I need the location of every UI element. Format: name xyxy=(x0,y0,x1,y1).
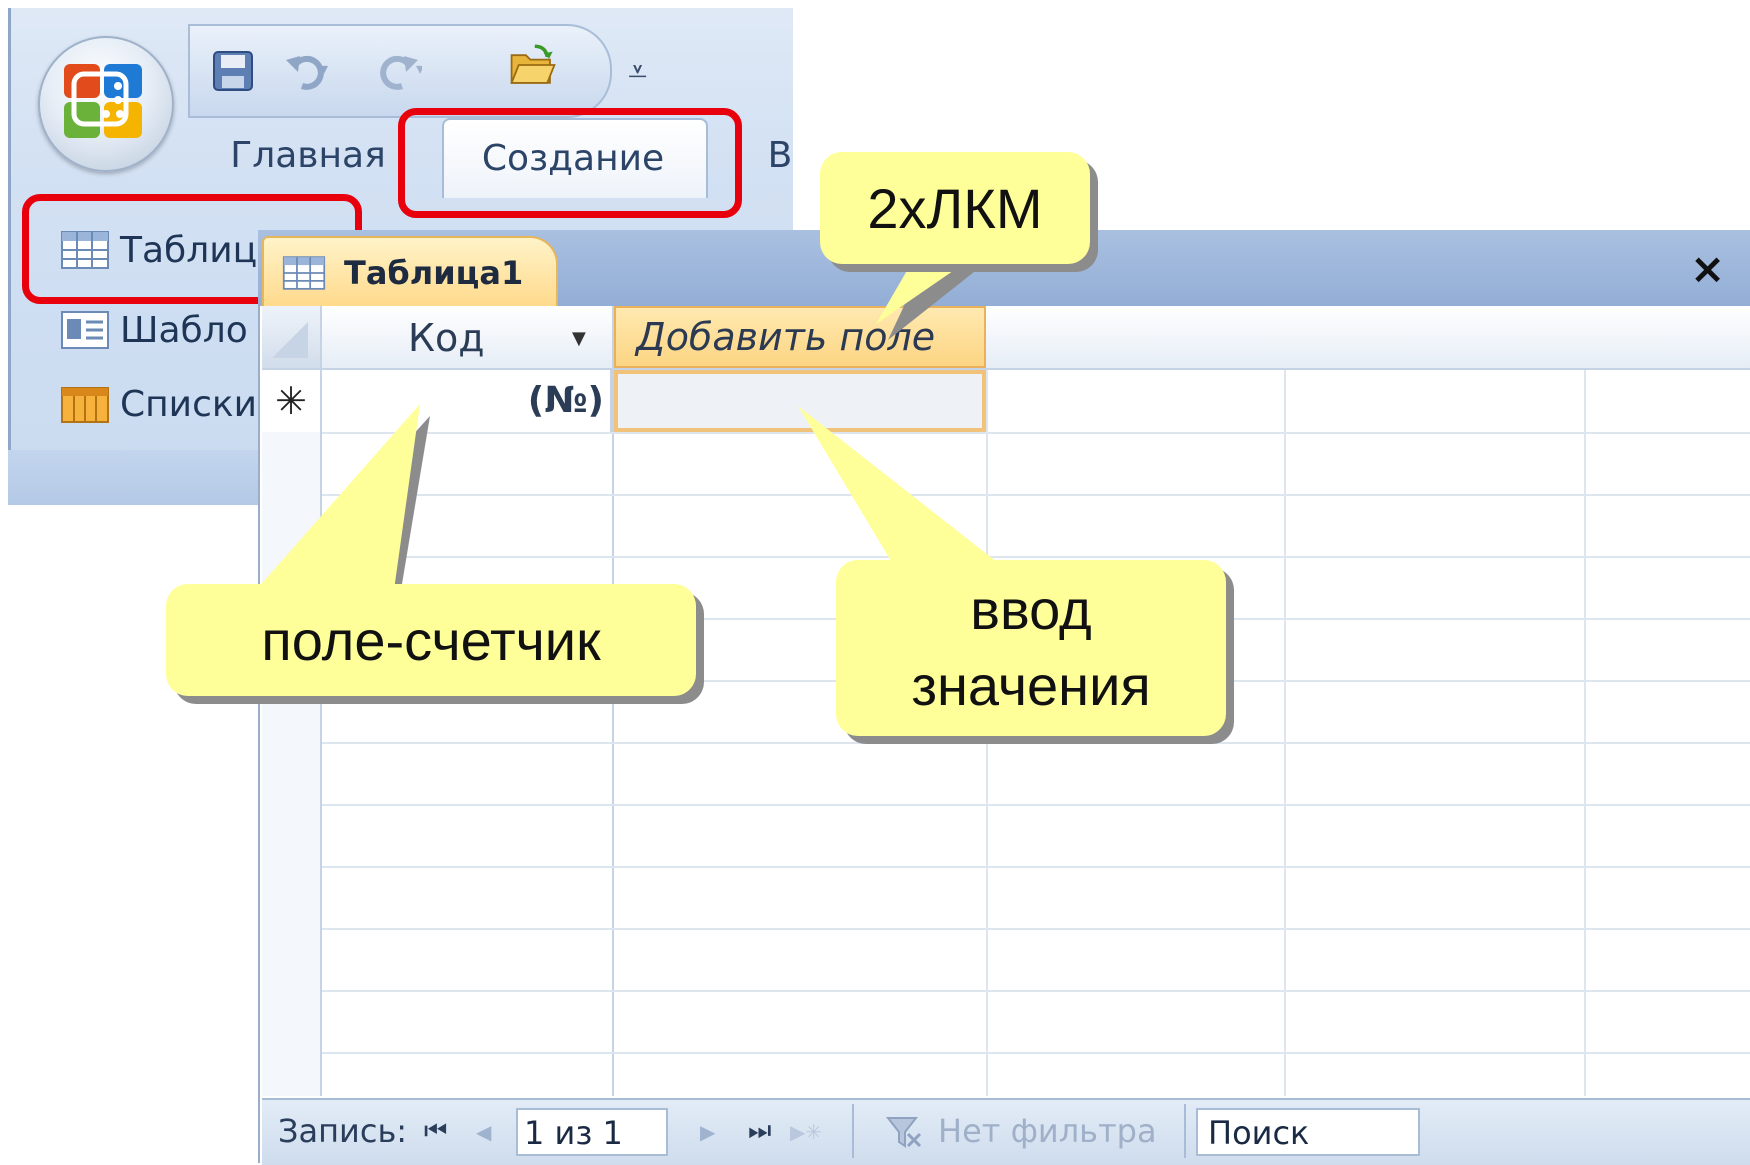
previous-record-icon[interactable]: ◀ xyxy=(476,1120,491,1144)
grid-line xyxy=(322,494,1750,496)
table-icon xyxy=(282,256,326,290)
add-field-cell[interactable] xyxy=(614,370,986,432)
divider xyxy=(1184,1104,1186,1158)
ribbon-item-lists[interactable]: Списки xyxy=(60,374,257,434)
grid-line xyxy=(1284,306,1286,1096)
template-icon xyxy=(61,311,109,349)
chevron-down-icon[interactable]: ▼ xyxy=(572,328,586,349)
redo-icon[interactable]: ▾ xyxy=(372,46,422,96)
counter-cell[interactable]: (№) xyxy=(322,370,612,432)
tab-external[interactable]: В xyxy=(760,125,800,185)
grid-line xyxy=(322,742,1750,744)
record-selector-column xyxy=(262,432,322,1096)
grid-line xyxy=(322,928,1750,930)
svg-text:▾: ▾ xyxy=(416,59,422,78)
last-record-icon[interactable]: ⏭ xyxy=(748,1116,771,1147)
filter-status[interactable]: Нет фильтра xyxy=(938,1112,1157,1150)
list-icon xyxy=(61,387,109,423)
column-header-kod-label: Код xyxy=(408,316,485,360)
callout-double-click: 2хЛКМ xyxy=(820,152,1090,264)
callout-counter-field: поле-счетчик xyxy=(166,584,696,696)
record-label: Запись: xyxy=(278,1112,408,1150)
office-logo-icon xyxy=(64,64,142,138)
callout-value-input-line2: значения xyxy=(911,654,1151,717)
column-header-add-field[interactable]: Добавить поле xyxy=(614,306,986,368)
next-record-icon[interactable]: ▶ xyxy=(700,1120,715,1144)
create-tab-highlight xyxy=(398,108,742,218)
divider xyxy=(852,1104,854,1158)
grid-line xyxy=(322,556,1750,558)
new-record-marker[interactable]: ✳ xyxy=(262,370,322,432)
customize-qat-icon[interactable]: ⩡ xyxy=(628,52,647,92)
record-navigation-bar: Запись: ⏮ ◀ ▶ ⏭ ▶✳ Нет фильтра xyxy=(262,1098,1750,1165)
ribbon-item-templates[interactable]: Шабло xyxy=(60,300,248,360)
tab-home[interactable]: Главная xyxy=(228,125,388,185)
search-input[interactable]: Поиск xyxy=(1196,1108,1420,1156)
undo-icon[interactable]: ▾ xyxy=(282,46,332,96)
grid-line xyxy=(1584,306,1586,1096)
first-record-icon[interactable]: ⏮ xyxy=(424,1116,447,1147)
grid-line xyxy=(322,990,1750,992)
open-folder-icon[interactable] xyxy=(508,40,558,90)
grid-line xyxy=(322,1052,1750,1054)
ribbon-item-lists-label: Списки xyxy=(120,383,258,425)
ribbon-item-templates-label: Шабло xyxy=(120,309,248,351)
grid-line xyxy=(322,866,1750,868)
document-tab[interactable]: Таблица1 xyxy=(262,236,558,308)
grid-line xyxy=(322,804,1750,806)
callout-value-input-line1: ввод xyxy=(970,578,1092,641)
svg-text:▾: ▾ xyxy=(320,59,328,78)
close-icon[interactable]: × xyxy=(1690,244,1725,293)
select-all-icon xyxy=(272,322,308,358)
column-header-kod[interactable]: Код ▼ xyxy=(322,306,614,368)
grid-line xyxy=(322,432,1750,434)
filter-icon xyxy=(885,1117,922,1148)
current-record-field[interactable]: 1 из 1 xyxy=(516,1108,668,1156)
new-record-icon[interactable]: ▶✳ xyxy=(790,1120,822,1144)
save-icon[interactable] xyxy=(208,46,258,96)
callout-value-input: ввод значения xyxy=(836,560,1226,736)
document-tab-title: Таблица1 xyxy=(344,254,524,292)
